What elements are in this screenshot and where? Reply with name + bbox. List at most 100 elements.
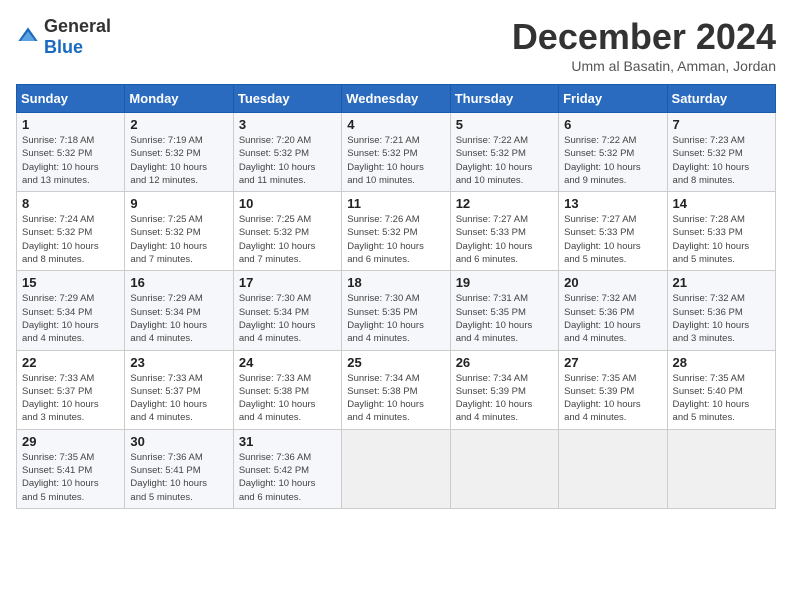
calendar-cell: 11Sunrise: 7:26 AMSunset: 5:32 PMDayligh…: [342, 192, 450, 271]
day-info: Sunrise: 7:18 AMSunset: 5:32 PMDaylight:…: [22, 134, 119, 187]
day-number: 14: [673, 196, 770, 211]
calendar-cell: 4 Sunrise: 7:21 AMSunset: 5:32 PMDaylight…: [342, 113, 450, 192]
day-info: Sunrise: 7:34 AMSunset: 5:39 PMDaylight:…: [456, 372, 553, 425]
day-number: 24: [239, 355, 336, 370]
calendar-week-5: 29 Sunrise: 7:35 AMSunset: 5:41 PMDayligh…: [17, 429, 776, 508]
logo: General Blue: [16, 16, 111, 58]
day-info: Sunrise: 7:20 AMSunset: 5:32 PMDaylight:…: [239, 134, 336, 187]
calendar-cell: 8Sunrise: 7:24 AMSunset: 5:32 PMDaylight…: [17, 192, 125, 271]
calendar-cell: 28 Sunrise: 7:35 AMSunset: 5:40 PMDayligh…: [667, 350, 775, 429]
day-info: Sunrise: 7:25 AMSunset: 5:32 PMDaylight:…: [239, 213, 336, 266]
weekday-header-wednesday: Wednesday: [342, 85, 450, 113]
logo-icon: [16, 25, 40, 49]
calendar-cell: 13 Sunrise: 7:27 AMSunset: 5:33 PMDayligh…: [559, 192, 667, 271]
calendar-cell: 22 Sunrise: 7:33 AMSunset: 5:37 PMDayligh…: [17, 350, 125, 429]
day-info: Sunrise: 7:33 AMSunset: 5:37 PMDaylight:…: [130, 372, 227, 425]
day-number: 29: [22, 434, 119, 449]
calendar-cell: 12 Sunrise: 7:27 AMSunset: 5:33 PMDayligh…: [450, 192, 558, 271]
title-area: December 2024 Umm al Basatin, Amman, Jor…: [512, 16, 776, 74]
day-number: 31: [239, 434, 336, 449]
calendar-cell: 2 Sunrise: 7:19 AMSunset: 5:32 PMDaylight…: [125, 113, 233, 192]
day-number: 8: [22, 196, 119, 211]
calendar-week-2: 8Sunrise: 7:24 AMSunset: 5:32 PMDaylight…: [17, 192, 776, 271]
day-number: 9: [130, 196, 227, 211]
day-info: Sunrise: 7:35 AMSunset: 5:41 PMDaylight:…: [22, 451, 119, 504]
day-info: Sunrise: 7:27 AMSunset: 5:33 PMDaylight:…: [564, 213, 661, 266]
weekday-header-row: SundayMondayTuesdayWednesdayThursdayFrid…: [17, 85, 776, 113]
day-number: 10: [239, 196, 336, 211]
day-info: Sunrise: 7:30 AMSunset: 5:34 PMDaylight:…: [239, 292, 336, 345]
weekday-header-thursday: Thursday: [450, 85, 558, 113]
day-info: Sunrise: 7:32 AMSunset: 5:36 PMDaylight:…: [673, 292, 770, 345]
day-number: 30: [130, 434, 227, 449]
calendar-cell: 30 Sunrise: 7:36 AMSunset: 5:41 PMDayligh…: [125, 429, 233, 508]
calendar-cell: 7 Sunrise: 7:23 AMSunset: 5:32 PMDaylight…: [667, 113, 775, 192]
day-info: Sunrise: 7:36 AMSunset: 5:42 PMDaylight:…: [239, 451, 336, 504]
day-number: 28: [673, 355, 770, 370]
logo-general: General: [44, 16, 111, 36]
day-info: Sunrise: 7:35 AMSunset: 5:39 PMDaylight:…: [564, 372, 661, 425]
day-number: 19: [456, 275, 553, 290]
calendar-cell: 20 Sunrise: 7:32 AMSunset: 5:36 PMDayligh…: [559, 271, 667, 350]
calendar-week-1: 1 Sunrise: 7:18 AMSunset: 5:32 PMDaylight…: [17, 113, 776, 192]
calendar-cell: 23 Sunrise: 7:33 AMSunset: 5:37 PMDayligh…: [125, 350, 233, 429]
day-info: Sunrise: 7:33 AMSunset: 5:37 PMDaylight:…: [22, 372, 119, 425]
calendar-cell: 9 Sunrise: 7:25 AMSunset: 5:32 PMDaylight…: [125, 192, 233, 271]
calendar-cell: 25 Sunrise: 7:34 AMSunset: 5:38 PMDayligh…: [342, 350, 450, 429]
day-info: Sunrise: 7:34 AMSunset: 5:38 PMDaylight:…: [347, 372, 444, 425]
day-info: Sunrise: 7:29 AMSunset: 5:34 PMDaylight:…: [22, 292, 119, 345]
calendar-cell: 14Sunrise: 7:28 AMSunset: 5:33 PMDayligh…: [667, 192, 775, 271]
calendar-cell: 24Sunrise: 7:33 AMSunset: 5:38 PMDayligh…: [233, 350, 341, 429]
day-number: 12: [456, 196, 553, 211]
calendar-cell: 31 Sunrise: 7:36 AMSunset: 5:42 PMDayligh…: [233, 429, 341, 508]
day-info: Sunrise: 7:31 AMSunset: 5:35 PMDaylight:…: [456, 292, 553, 345]
calendar-cell: 1 Sunrise: 7:18 AMSunset: 5:32 PMDaylight…: [17, 113, 125, 192]
calendar-week-3: 15 Sunrise: 7:29 AMSunset: 5:34 PMDayligh…: [17, 271, 776, 350]
day-number: 4: [347, 117, 444, 132]
calendar-cell: 17 Sunrise: 7:30 AMSunset: 5:34 PMDayligh…: [233, 271, 341, 350]
calendar-cell: 26 Sunrise: 7:34 AMSunset: 5:39 PMDayligh…: [450, 350, 558, 429]
calendar-cell: 3 Sunrise: 7:20 AMSunset: 5:32 PMDaylight…: [233, 113, 341, 192]
month-year: December 2024: [512, 16, 776, 58]
day-info: Sunrise: 7:30 AMSunset: 5:35 PMDaylight:…: [347, 292, 444, 345]
day-number: 21: [673, 275, 770, 290]
day-info: Sunrise: 7:32 AMSunset: 5:36 PMDaylight:…: [564, 292, 661, 345]
day-info: Sunrise: 7:21 AMSunset: 5:32 PMDaylight:…: [347, 134, 444, 187]
day-number: 17: [239, 275, 336, 290]
day-number: 22: [22, 355, 119, 370]
calendar-body: 1 Sunrise: 7:18 AMSunset: 5:32 PMDaylight…: [17, 113, 776, 509]
day-number: 3: [239, 117, 336, 132]
calendar-cell: [667, 429, 775, 508]
day-number: 23: [130, 355, 227, 370]
day-number: 15: [22, 275, 119, 290]
day-info: Sunrise: 7:19 AMSunset: 5:32 PMDaylight:…: [130, 134, 227, 187]
day-number: 13: [564, 196, 661, 211]
calendar-cell: 16Sunrise: 7:29 AMSunset: 5:34 PMDayligh…: [125, 271, 233, 350]
calendar-cell: 27Sunrise: 7:35 AMSunset: 5:39 PMDayligh…: [559, 350, 667, 429]
day-number: 25: [347, 355, 444, 370]
day-number: 16: [130, 275, 227, 290]
day-info: Sunrise: 7:27 AMSunset: 5:33 PMDaylight:…: [456, 213, 553, 266]
calendar-cell: [342, 429, 450, 508]
calendar-cell: 19 Sunrise: 7:31 AMSunset: 5:35 PMDayligh…: [450, 271, 558, 350]
day-info: Sunrise: 7:36 AMSunset: 5:41 PMDaylight:…: [130, 451, 227, 504]
day-info: Sunrise: 7:25 AMSunset: 5:32 PMDaylight:…: [130, 213, 227, 266]
day-info: Sunrise: 7:22 AMSunset: 5:32 PMDaylight:…: [564, 134, 661, 187]
calendar-cell: 29 Sunrise: 7:35 AMSunset: 5:41 PMDayligh…: [17, 429, 125, 508]
calendar-cell: 15 Sunrise: 7:29 AMSunset: 5:34 PMDayligh…: [17, 271, 125, 350]
day-number: 18: [347, 275, 444, 290]
day-number: 7: [673, 117, 770, 132]
day-info: Sunrise: 7:23 AMSunset: 5:32 PMDaylight:…: [673, 134, 770, 187]
location: Umm al Basatin, Amman, Jordan: [512, 58, 776, 74]
day-number: 20: [564, 275, 661, 290]
day-number: 26: [456, 355, 553, 370]
day-info: Sunrise: 7:35 AMSunset: 5:40 PMDaylight:…: [673, 372, 770, 425]
header: General Blue December 2024 Umm al Basati…: [16, 16, 776, 74]
day-number: 5: [456, 117, 553, 132]
calendar-cell: 21 Sunrise: 7:32 AMSunset: 5:36 PMDayligh…: [667, 271, 775, 350]
calendar-cell: 6Sunrise: 7:22 AMSunset: 5:32 PMDaylight…: [559, 113, 667, 192]
logo-blue: Blue: [44, 37, 83, 57]
day-number: 2: [130, 117, 227, 132]
calendar-cell: 5Sunrise: 7:22 AMSunset: 5:32 PMDaylight…: [450, 113, 558, 192]
day-number: 1: [22, 117, 119, 132]
